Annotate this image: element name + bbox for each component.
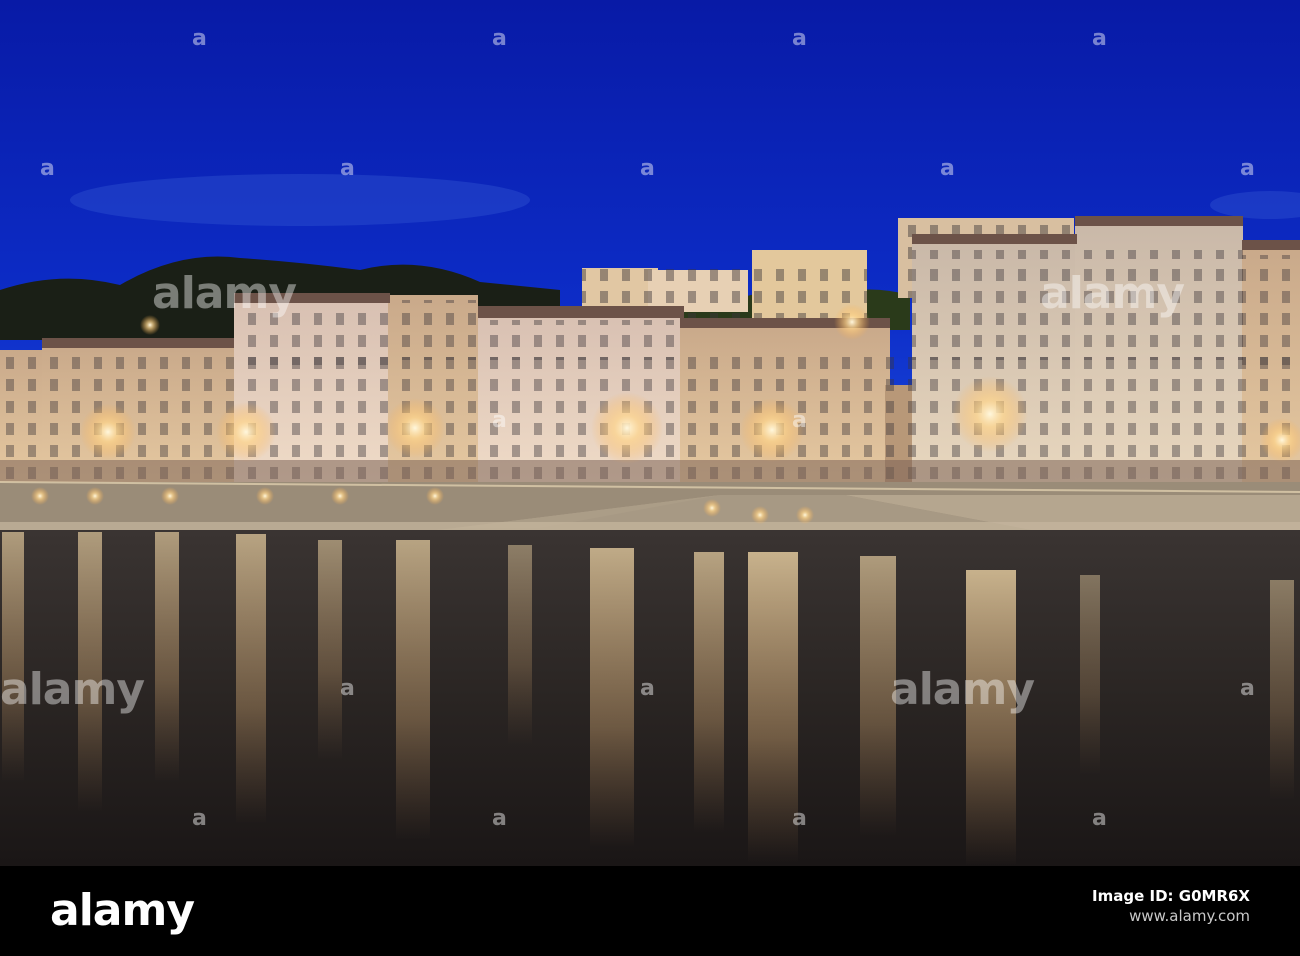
watermark-mark: a	[492, 408, 507, 433]
watermark-mark: a	[492, 26, 507, 51]
reflection	[508, 545, 532, 745]
reflection	[966, 570, 1016, 866]
reflection	[396, 540, 430, 840]
watermark-mark: a	[340, 676, 355, 701]
reflection	[2, 532, 24, 782]
reflection	[590, 548, 634, 848]
image-id: Image ID: G0MR6X	[1092, 887, 1250, 905]
watermark-mark: a	[340, 156, 355, 181]
cloud	[70, 174, 530, 226]
watermark-mark: a	[492, 806, 507, 831]
reflection	[1080, 575, 1100, 775]
reflection	[748, 552, 798, 862]
watermark-mark: a	[792, 26, 807, 51]
watermark-mark: a	[1092, 26, 1107, 51]
watermark-mark: a	[1092, 806, 1107, 831]
reflection	[694, 552, 724, 832]
watermark-mark: a	[40, 156, 55, 181]
image-meta: Image ID: G0MR6X www.alamy.com	[1092, 886, 1250, 926]
reflection	[236, 534, 266, 824]
alamy-logo[interactable]: alamy	[50, 886, 195, 936]
watermark-mark: a	[192, 26, 207, 51]
site-url[interactable]: www.alamy.com	[1092, 906, 1250, 926]
stock-photo-frame: alamy alamy alamy alamy a a a a a a a a …	[0, 0, 1300, 956]
footer-bar: alamy Image ID: G0MR6X www.alamy.com	[0, 866, 1300, 956]
watermark-text: alamy	[0, 664, 145, 715]
photo-scene	[0, 0, 1300, 866]
watermark-text: alamy	[890, 664, 1035, 715]
reflection	[1270, 580, 1294, 800]
watermark-mark: a	[640, 676, 655, 701]
watermark-mark: a	[192, 806, 207, 831]
watermark-text: alamy	[1040, 268, 1185, 319]
photo	[0, 0, 1300, 866]
watermark-mark: a	[1240, 156, 1255, 181]
reflection	[155, 532, 179, 782]
watermark-mark: a	[792, 806, 807, 831]
reflection	[318, 540, 342, 760]
watermark-mark: a	[792, 408, 807, 433]
watermark-text: alamy	[152, 268, 297, 319]
watermark-mark: a	[640, 156, 655, 181]
watermark-mark: a	[940, 156, 955, 181]
watermark-mark: a	[1240, 676, 1255, 701]
